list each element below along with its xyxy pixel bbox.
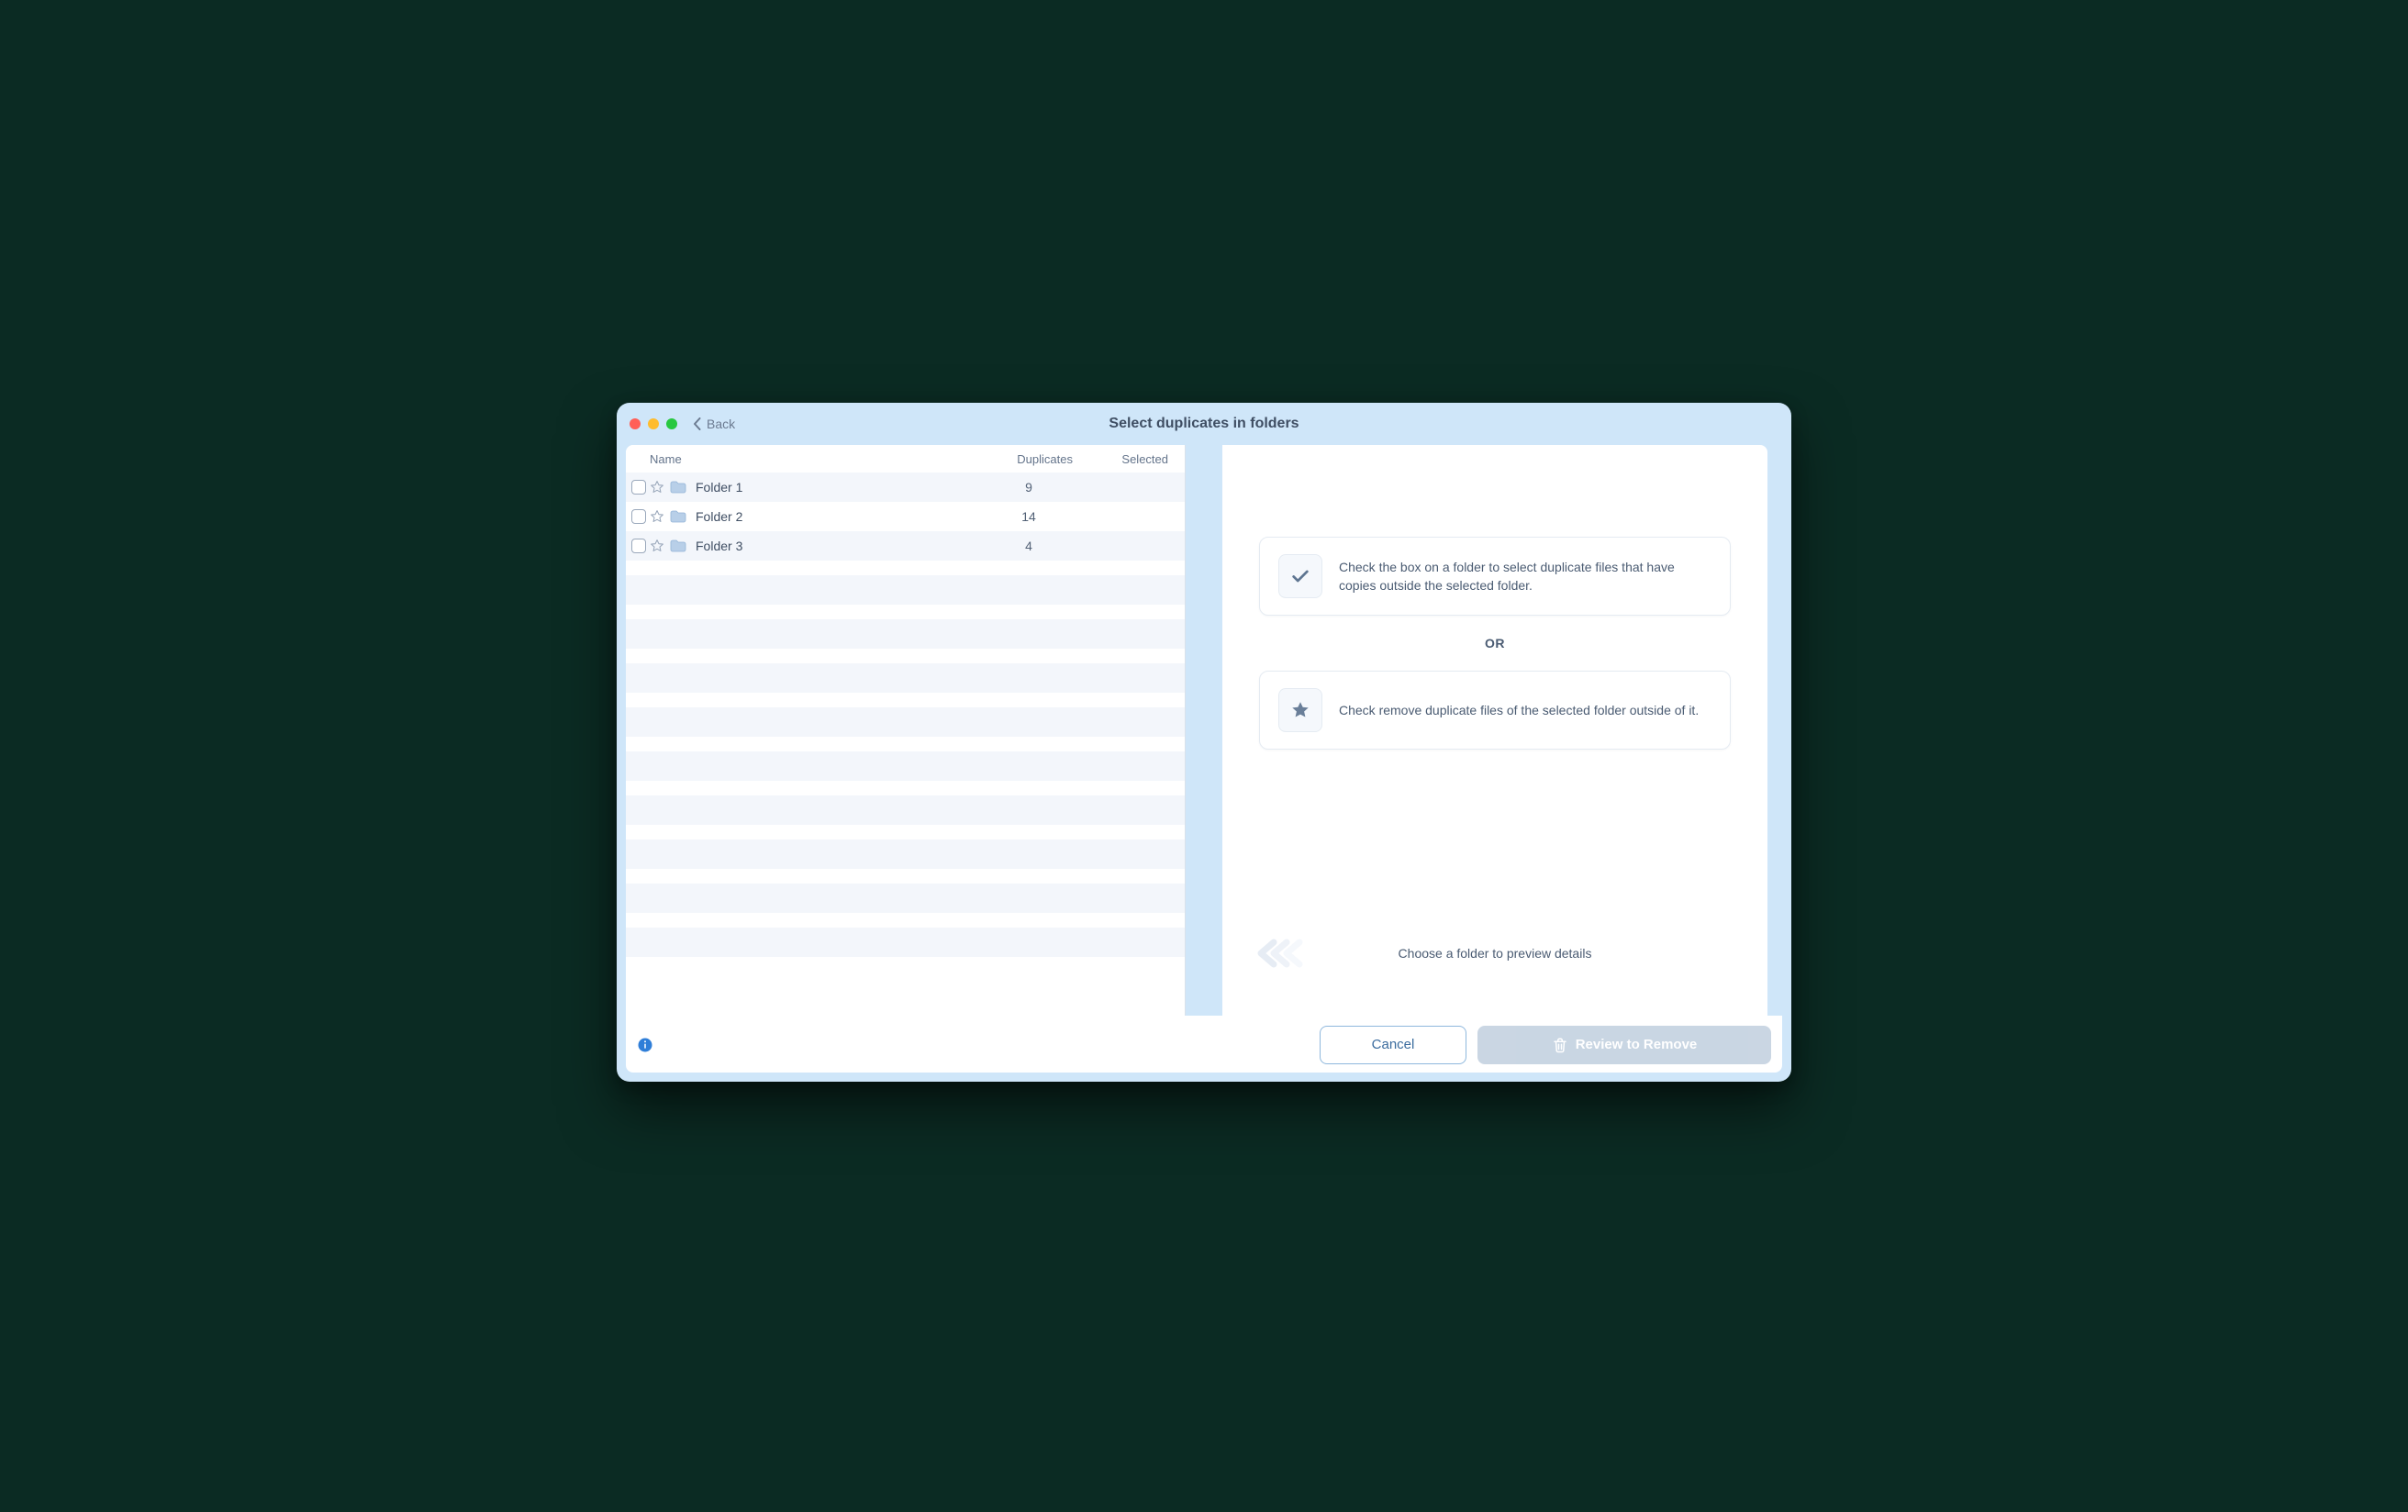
folder-icon xyxy=(670,539,694,552)
tip-check-card: Check the box on a folder to select dupl… xyxy=(1259,537,1731,616)
list-spacer xyxy=(626,781,1185,795)
header-name[interactable]: Name xyxy=(630,452,974,466)
footer: Cancel Review to Remove xyxy=(626,1016,1782,1073)
column-headers: Name Duplicates Selected xyxy=(626,445,1185,472)
duplicates-count: 9 xyxy=(974,480,1084,495)
or-separator: OR xyxy=(1259,636,1731,650)
traffic-lights xyxy=(630,418,677,429)
review-label: Review to Remove xyxy=(1576,1037,1698,1052)
tip-star-card: Check remove duplicate files of the sele… xyxy=(1259,671,1731,750)
list-placeholder xyxy=(626,839,1185,869)
trash-icon xyxy=(1552,1037,1568,1053)
star-icon[interactable] xyxy=(650,480,664,495)
minimize-window-button[interactable] xyxy=(648,418,659,429)
list-placeholder xyxy=(626,619,1185,649)
tip-star-text: Check remove duplicate files of the sele… xyxy=(1339,701,1699,719)
folder-list-panel: Name Duplicates Selected xyxy=(626,445,1186,1016)
duplicates-count: 14 xyxy=(974,509,1084,524)
review-to-remove-button[interactable]: Review to Remove xyxy=(1477,1026,1771,1064)
folder-icon xyxy=(670,481,694,494)
table-row[interactable]: Folder 3 4 xyxy=(626,531,1185,561)
chevron-left-icon xyxy=(692,417,703,430)
titlebar: Back Select duplicates in folders xyxy=(617,403,1791,445)
list-spacer xyxy=(626,825,1185,839)
close-window-button[interactable] xyxy=(630,418,641,429)
cancel-label: Cancel xyxy=(1372,1037,1415,1052)
list-placeholder xyxy=(626,928,1185,957)
app-window: Back Select duplicates in folders Name D… xyxy=(617,403,1791,1082)
row-checkbox[interactable] xyxy=(631,509,646,524)
list-spacer xyxy=(626,737,1185,751)
table-row[interactable]: Folder 2 14 xyxy=(626,502,1185,531)
list-spacer xyxy=(626,605,1185,619)
list-placeholder xyxy=(626,575,1185,605)
list-spacer xyxy=(626,913,1185,928)
page-title: Select duplicates in folders xyxy=(617,416,1791,432)
folder-icon xyxy=(670,510,694,523)
folder-name: Folder 1 xyxy=(694,480,974,495)
tips-panel: Check the box on a folder to select dupl… xyxy=(1222,445,1767,1016)
folder-name: Folder 2 xyxy=(694,509,974,524)
row-checkbox[interactable] xyxy=(631,480,646,495)
chevrons-icon xyxy=(1254,939,1292,968)
preview-message-text: Choose a folder to preview details xyxy=(1399,946,1592,961)
row-checkbox[interactable] xyxy=(631,539,646,553)
list-placeholder xyxy=(626,884,1185,913)
star-icon xyxy=(1278,688,1322,732)
list-spacer xyxy=(626,869,1185,884)
list-placeholder xyxy=(626,751,1185,781)
folder-name: Folder 3 xyxy=(694,539,974,553)
star-icon[interactable] xyxy=(650,539,664,553)
preview-placeholder: Choose a folder to preview details xyxy=(1259,935,1731,972)
header-duplicates[interactable]: Duplicates xyxy=(974,452,1084,466)
table-row[interactable]: Folder 1 9 xyxy=(626,472,1185,502)
list-spacer xyxy=(626,649,1185,663)
cancel-button[interactable]: Cancel xyxy=(1320,1026,1466,1064)
list-spacer xyxy=(626,561,1185,575)
header-selected[interactable]: Selected xyxy=(1084,452,1185,466)
zoom-window-button[interactable] xyxy=(666,418,677,429)
tip-check-text: Check the box on a folder to select dupl… xyxy=(1339,558,1711,595)
star-icon[interactable] xyxy=(650,509,664,524)
list-placeholder xyxy=(626,663,1185,693)
list-placeholder xyxy=(626,795,1185,825)
list-placeholder xyxy=(626,707,1185,737)
duplicates-count: 4 xyxy=(974,539,1084,553)
back-button[interactable]: Back xyxy=(692,417,735,431)
folder-rows: Folder 1 9 xyxy=(626,472,1185,1016)
back-label: Back xyxy=(707,417,735,431)
check-icon xyxy=(1278,554,1322,598)
list-spacer xyxy=(626,693,1185,707)
info-icon[interactable] xyxy=(637,1037,653,1053)
